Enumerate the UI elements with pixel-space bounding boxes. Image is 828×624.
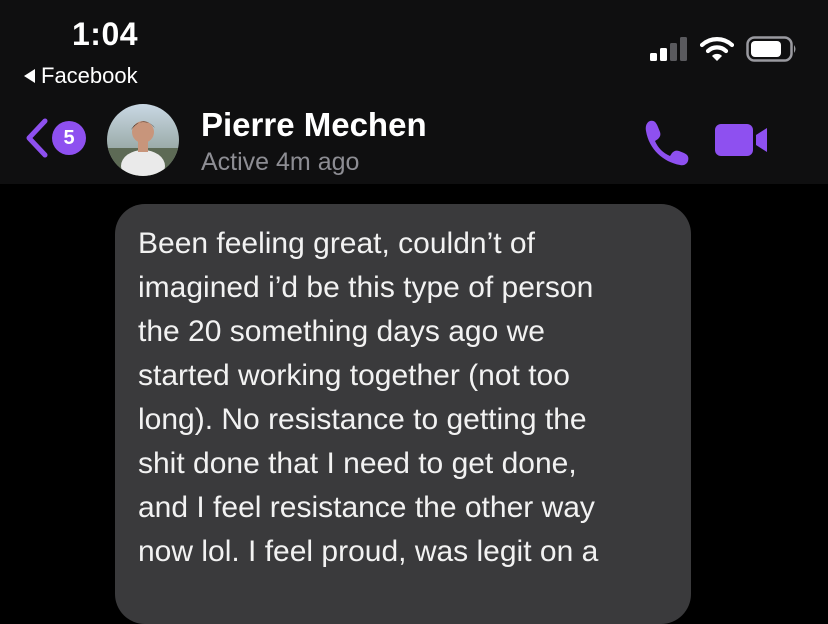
audio-call-button[interactable] [641, 118, 691, 166]
conversation-header: 1:04 Facebook 5 Pierre Mechen Active 4m … [0, 0, 828, 184]
message-text: Been feeling great, couldn’t of imagined… [138, 227, 599, 568]
video-call-button[interactable] [713, 120, 771, 160]
battery-icon [746, 36, 796, 62]
cellular-signal-icon [650, 37, 687, 61]
status-icons [650, 35, 798, 63]
back-triangle-icon [24, 69, 35, 83]
video-camera-icon [715, 124, 767, 156]
back-to-app-link[interactable]: Facebook [24, 63, 138, 89]
unread-count-badge: 5 [52, 121, 86, 155]
status-time: 1:04 [72, 16, 139, 52]
wifi-icon [700, 37, 734, 61]
contact-name[interactable]: Pierre Mechen [201, 106, 427, 144]
active-status: Active 4m ago [201, 148, 360, 176]
chevron-left-icon [26, 118, 48, 158]
back-app-label: Facebook [41, 63, 138, 88]
phone-icon [645, 120, 689, 166]
message-bubble[interactable]: Been feeling great, couldn’t of imagined… [115, 204, 691, 624]
avatar-photo [107, 104, 179, 176]
avatar[interactable] [107, 104, 179, 176]
conversations-back-button[interactable]: 5 [24, 116, 86, 160]
